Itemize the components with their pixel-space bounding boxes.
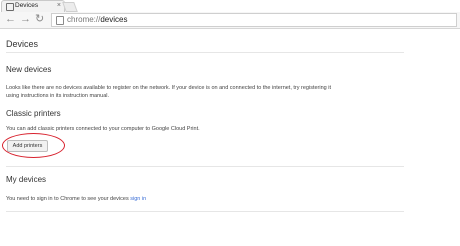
highlight-circle	[2, 133, 65, 158]
url-path: devices	[100, 15, 128, 24]
my-devices-text: You need to sign in to Chrome to see you…	[6, 195, 146, 204]
page-content: Devices New devices Looks like there are…	[0, 29, 460, 246]
new-tab-button[interactable]	[62, 2, 78, 12]
browser-toolbar: ← → ↻ chrome://devices	[0, 12, 460, 29]
reload-icon[interactable]: ↻	[35, 13, 44, 26]
tab-title: Devices	[15, 2, 39, 9]
divider	[6, 211, 404, 212]
divider	[6, 52, 404, 53]
page-title: Devices	[6, 39, 39, 49]
url-scheme: chrome://	[67, 15, 101, 24]
page-icon	[6, 3, 14, 11]
new-devices-heading: New devices	[6, 65, 52, 74]
page-icon	[56, 16, 64, 25]
my-devices-message: You need to sign in to Chrome to see you…	[6, 196, 129, 202]
classic-printers-heading: Classic printers	[6, 109, 61, 118]
sign-in-link[interactable]: sign in	[130, 196, 146, 202]
close-icon[interactable]: ×	[57, 1, 61, 11]
back-arrow-icon[interactable]: ←	[5, 13, 16, 26]
forward-arrow-icon[interactable]: →	[20, 13, 31, 26]
divider	[6, 166, 404, 167]
tab-devices[interactable]: Devices ×	[1, 0, 65, 12]
my-devices-heading: My devices	[6, 175, 47, 184]
tab-strip: Devices ×	[0, 0, 460, 12]
address-bar[interactable]: chrome://devices	[51, 13, 457, 27]
new-devices-description-line2: using instructions in its instruction ma…	[6, 93, 110, 99]
url-text: chrome://devices	[67, 14, 127, 26]
